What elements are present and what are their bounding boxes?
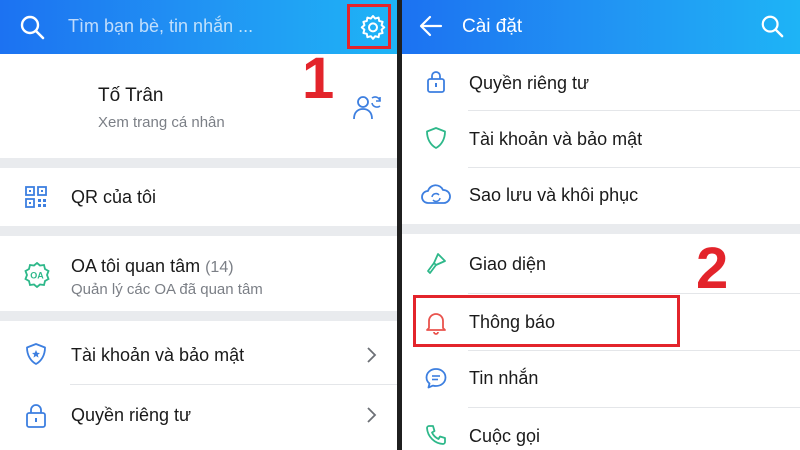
- step-1-label: 1: [302, 46, 335, 111]
- top-bar: Tìm bạn bè, tin nhắn ...: [0, 0, 397, 54]
- backup-restore-row[interactable]: Sao lưu và khôi phục: [402, 168, 800, 224]
- oa-label: OA tôi quan tâm: [71, 256, 201, 276]
- oa-label-line: OA tôi quan tâm (14): [71, 256, 234, 277]
- backup-restore-label: Sao lưu và khôi phục: [469, 185, 639, 205]
- search-icon[interactable]: [760, 14, 784, 38]
- oa-row[interactable]: OA OA tôi quan tâm (14) Quản lý các OA đ…: [0, 236, 397, 311]
- chat-bubble-icon: [424, 366, 448, 390]
- privacy-setting-label: Quyền riêng tư: [469, 73, 590, 93]
- search-input[interactable]: Tìm bạn bè, tin nhắn ...: [68, 16, 253, 37]
- calls-row[interactable]: Cuộc gọi: [402, 408, 800, 450]
- chevron-right-icon: [365, 406, 377, 424]
- oa-subtitle: Quản lý các OA đã quan tâm: [71, 281, 263, 298]
- view-profile-link[interactable]: Xem trang cá nhân: [98, 114, 225, 131]
- appearance-row[interactable]: Giao diện: [402, 234, 800, 293]
- panel-separator: [397, 0, 402, 450]
- profile-name: Tố Trân: [98, 85, 164, 106]
- lock-icon: [24, 403, 48, 428]
- messages-row[interactable]: Tin nhắn: [402, 351, 800, 407]
- account-security-row[interactable]: Tài khoản và bảo mật: [0, 321, 397, 384]
- chevron-right-icon: [365, 346, 377, 364]
- profile-card[interactable]: Tố Trân Xem trang cá nhân: [0, 54, 397, 158]
- privacy-row[interactable]: Quyền riêng tư: [0, 385, 397, 447]
- settings-title: Cài đặt: [462, 16, 523, 37]
- account-security-setting-label: Tài khoản và bảo mật: [469, 129, 643, 149]
- qr-row[interactable]: QR của tôi: [0, 168, 397, 226]
- shield-icon: [424, 126, 448, 150]
- highlight-settings-box: [347, 4, 391, 49]
- personal-screen: Tìm bạn bè, tin nhắn ... Tố Trân Xem tra…: [0, 0, 397, 450]
- calls-label: Cuộc gọi: [469, 426, 541, 446]
- qr-label: QR của tôi: [71, 187, 157, 207]
- settings-top-bar: Cài đặt: [402, 0, 800, 54]
- svg-text:OA: OA: [30, 271, 44, 281]
- paint-brush-icon: [424, 251, 448, 275]
- switch-account-icon[interactable]: [352, 93, 382, 121]
- search-icon[interactable]: [19, 14, 45, 40]
- messages-label: Tin nhắn: [469, 368, 539, 388]
- back-arrow-icon[interactable]: [419, 15, 443, 37]
- settings-screen: Cài đặt Quyền riêng tư Tài khoản và bảo …: [402, 0, 800, 450]
- privacy-label: Quyền riêng tư: [71, 405, 192, 425]
- phone-icon: [424, 423, 448, 447]
- account-security-label: Tài khoản và bảo mật: [71, 345, 245, 365]
- oa-count: (14): [205, 259, 234, 276]
- privacy-setting-row[interactable]: Quyền riêng tư: [402, 54, 800, 110]
- appearance-label: Giao diện: [469, 254, 547, 274]
- cloud-sync-icon: [421, 183, 451, 207]
- account-security-setting-row[interactable]: Tài khoản và bảo mật: [402, 111, 800, 167]
- oa-badge-icon: OA: [24, 261, 50, 289]
- highlight-notifications-box: [413, 295, 680, 347]
- settings-group-1: Quyền riêng tư Tài khoản và bảo mật Sao …: [402, 54, 800, 224]
- step-2-label: 2: [696, 236, 729, 301]
- qr-code-icon: [24, 185, 48, 209]
- lock-icon: [424, 69, 448, 93]
- shield-icon: [24, 342, 48, 366]
- account-group: Tài khoản và bảo mật Quyền riêng tư: [0, 321, 397, 450]
